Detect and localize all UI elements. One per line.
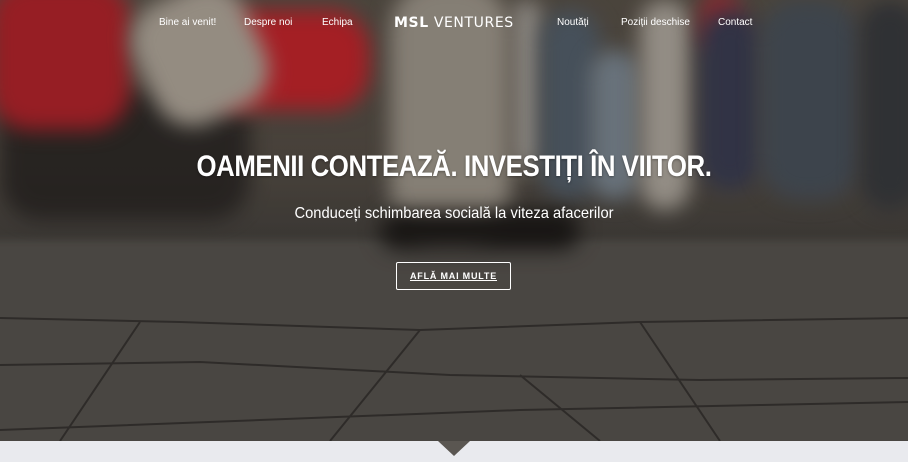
logo-text: VENTURES [433,15,514,31]
nav-item-open-positions[interactable]: Poziții deschise [621,17,690,28]
learn-more-button[interactable]: AFLĂ MAI MULTE [396,262,511,290]
nav-item-news[interactable]: Noutăți [557,17,589,28]
top-navigation: Bine ai venit! Despre noi Echipa MSL VEN… [0,0,908,48]
chevron-down-icon[interactable] [438,441,470,456]
nav-item-welcome[interactable]: Bine ai venit! [159,17,216,28]
hero-headline: OAMENII CONTEAZĂ. INVESTIȚI ÎN VIITOR. [196,150,712,183]
nav-item-about[interactable]: Despre noi [244,17,292,28]
nav-item-team[interactable]: Echipa [322,17,353,28]
logo-bold-text: MSL [394,15,429,31]
nav-item-contact[interactable]: Contact [718,17,752,28]
site-logo[interactable]: MSL VENTURES [394,15,516,31]
hero-subheading: Conduceți schimbarea socială la viteza a… [294,205,614,222]
